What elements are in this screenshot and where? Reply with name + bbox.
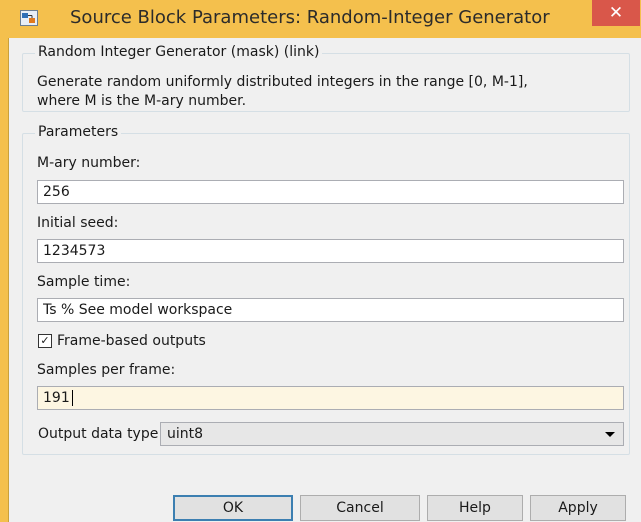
block-header: Random Integer Generator (mask) (link) bbox=[35, 44, 323, 60]
samples-per-frame-input[interactable] bbox=[37, 386, 624, 410]
block-description-line2: where M is the M-ary number. bbox=[37, 93, 247, 109]
samples-per-frame-label: Samples per frame: bbox=[37, 362, 176, 378]
sample-time-label: Sample time: bbox=[37, 274, 131, 290]
initial-seed-label: Initial seed: bbox=[37, 215, 119, 231]
window-title: Source Block Parameters: Random-Integer … bbox=[70, 7, 550, 28]
text-cursor bbox=[72, 390, 73, 406]
sample-time-input[interactable] bbox=[37, 298, 624, 322]
simulink-block-icon bbox=[20, 10, 38, 26]
output-data-type-select[interactable]: uint8 bbox=[160, 422, 624, 446]
window-border bbox=[0, 38, 9, 522]
initial-seed-input[interactable] bbox=[37, 239, 624, 263]
frame-based-checkbox[interactable]: ✓ bbox=[38, 334, 52, 348]
parameters-group-label: Parameters bbox=[35, 124, 122, 140]
cancel-button[interactable]: Cancel bbox=[300, 495, 420, 521]
apply-button[interactable]: Apply bbox=[530, 495, 626, 521]
close-button[interactable]: ✕ bbox=[592, 0, 640, 26]
title-bar[interactable]: Source Block Parameters: Random-Integer … bbox=[0, 0, 641, 38]
mary-number-label: M-ary number: bbox=[37, 155, 141, 171]
output-data-type-label: Output data type: bbox=[38, 426, 164, 442]
output-data-type-value: uint8 bbox=[167, 426, 204, 442]
block-description-line1: Generate random uniformly distributed in… bbox=[37, 74, 528, 90]
frame-based-label: Frame-based outputs bbox=[57, 333, 206, 349]
dialog-window: Source Block Parameters: Random-Integer … bbox=[0, 0, 641, 522]
close-icon: ✕ bbox=[608, 3, 624, 23]
ok-button[interactable]: OK bbox=[173, 495, 293, 521]
help-button[interactable]: Help bbox=[427, 495, 523, 521]
mary-number-input[interactable] bbox=[37, 180, 624, 204]
chevron-down-icon[interactable] bbox=[605, 432, 615, 437]
